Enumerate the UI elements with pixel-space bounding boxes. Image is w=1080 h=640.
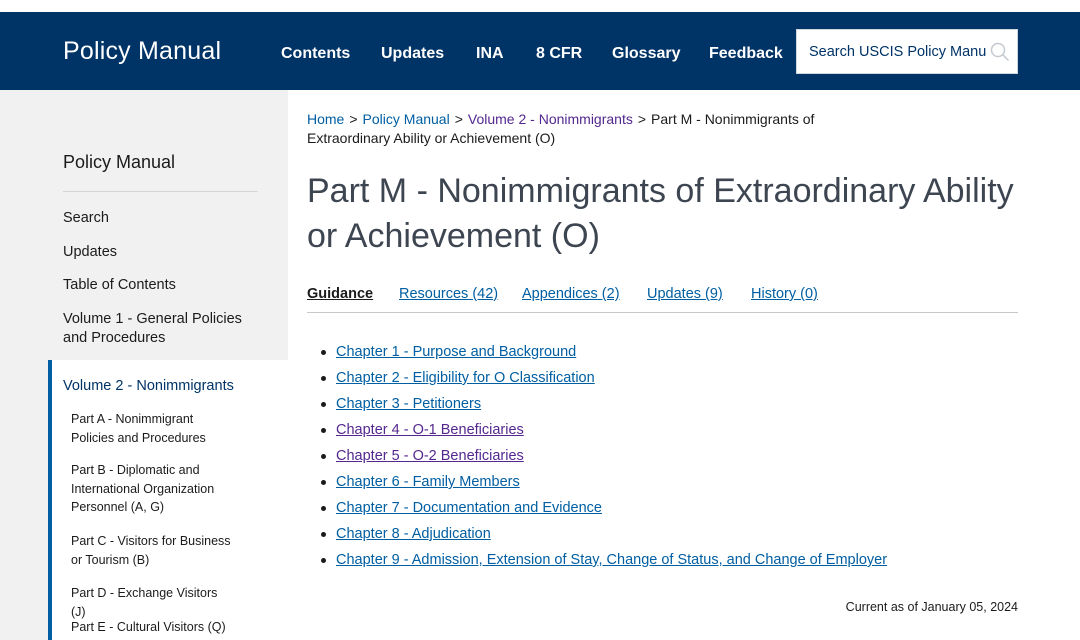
current-as-of: Current as of January 05, 2024 xyxy=(845,600,1018,614)
tab-resources[interactable]: Resources (42) xyxy=(399,286,498,302)
list-item: Chapter 9 - Admission, Extension of Stay… xyxy=(321,550,1001,576)
bullet-icon xyxy=(321,532,326,537)
sidebar-divider xyxy=(63,191,258,192)
bullet-icon xyxy=(321,480,326,485)
chapter-link-6[interactable]: Chapter 6 - Family Members xyxy=(336,472,520,492)
search-icon[interactable] xyxy=(990,42,1010,62)
breadcrumb-home[interactable]: Home xyxy=(307,111,344,127)
chapter-link-5[interactable]: Chapter 5 - O-2 Beneficiaries xyxy=(336,446,524,466)
tab-history[interactable]: History (0) xyxy=(751,286,818,302)
chapter-link-4[interactable]: Chapter 4 - O-1 Beneficiaries xyxy=(336,420,524,440)
nav-8cfr[interactable]: 8 CFR xyxy=(536,45,582,63)
sidebar-subitem-part-b[interactable]: Part B - Diplomatic and International Or… xyxy=(71,461,231,517)
chapter-link-8[interactable]: Chapter 8 - Adjudication xyxy=(336,524,491,544)
chapter-link-9[interactable]: Chapter 9 - Admission, Extension of Stay… xyxy=(336,550,887,570)
sidebar-item-volume-2[interactable]: Volume 2 - Nonimmigrants xyxy=(63,378,234,394)
chapter-link-3[interactable]: Chapter 3 - Petitioners xyxy=(336,394,481,414)
tab-guidance[interactable]: Guidance xyxy=(307,286,373,302)
list-item: Chapter 6 - Family Members xyxy=(321,472,1001,498)
chapter-list: Chapter 1 - Purpose and Background Chapt… xyxy=(321,342,1001,576)
list-item: Chapter 4 - O-1 Beneficiaries xyxy=(321,420,1001,446)
bullet-icon xyxy=(321,428,326,433)
bullet-icon xyxy=(321,506,326,511)
nav-ina[interactable]: INA xyxy=(476,45,504,63)
nav-glossary[interactable]: Glossary xyxy=(612,45,680,63)
nav-updates[interactable]: Updates xyxy=(381,45,444,63)
breadcrumb: Home > Policy Manual > Volume 2 - Nonimmigra… xyxy=(307,110,867,148)
breadcrumb-separator: > xyxy=(637,111,647,127)
chapter-link-7[interactable]: Chapter 7 - Documentation and Evidence xyxy=(336,498,602,518)
chapter-link-2[interactable]: Chapter 2 - Eligibility for O Classifica… xyxy=(336,368,595,388)
content-tabs: Guidance Resources (42) Appendices (2) U… xyxy=(307,284,1018,313)
sidebar-volume-2-section: Volume 2 - Nonimmigrants Part A - Nonimm… xyxy=(48,360,288,640)
sidebar-item-table-of-contents[interactable]: Table of Contents xyxy=(63,276,253,295)
page-title: Part M - Nonimmigrants of Extraordinary … xyxy=(307,172,1014,255)
nav-feedback[interactable]: Feedback xyxy=(709,45,783,63)
site-header: Policy Manual Contents Updates INA 8 CFR… xyxy=(0,12,1080,90)
top-strip xyxy=(0,0,1080,12)
breadcrumb-separator: > xyxy=(349,111,358,127)
chapter-link-1[interactable]: Chapter 1 - Purpose and Background xyxy=(336,342,576,362)
bullet-icon xyxy=(321,454,326,459)
list-item: Chapter 2 - Eligibility for O Classifica… xyxy=(321,368,1001,394)
breadcrumb-policy-manual[interactable]: Policy Manual xyxy=(363,111,450,127)
sidebar-title: Policy Manual xyxy=(63,152,176,172)
list-item: Chapter 8 - Adjudication xyxy=(321,524,1001,550)
tab-updates[interactable]: Updates (9) xyxy=(647,286,723,302)
search-input[interactable] xyxy=(797,30,987,73)
search-box xyxy=(796,29,1018,74)
bullet-icon xyxy=(321,558,326,563)
sidebar-item-volume-1[interactable]: Volume 1 - General Policies and Procedur… xyxy=(63,310,253,348)
list-item: Chapter 7 - Documentation and Evidence xyxy=(321,498,1001,524)
sidebar: Policy Manual Search Updates Table of Co… xyxy=(0,90,288,640)
breadcrumb-volume-2[interactable]: Volume 2 - Nonimmigrants xyxy=(468,111,633,127)
list-item: Chapter 5 - O-2 Beneficiaries xyxy=(321,446,1001,472)
nav-contents[interactable]: Contents xyxy=(281,45,350,63)
sidebar-subitem-part-a[interactable]: Part A - Nonimmigrant Policies and Proce… xyxy=(71,410,231,447)
tab-appendices[interactable]: Appendices (2) xyxy=(522,286,620,302)
bullet-icon xyxy=(321,376,326,381)
bullet-icon xyxy=(321,350,326,355)
sidebar-item-updates[interactable]: Updates xyxy=(63,243,253,262)
sidebar-subitem-part-e[interactable]: Part E - Cultural Visitors (Q) xyxy=(71,618,231,637)
sidebar-subitem-part-c[interactable]: Part C - Visitors for Business or Touris… xyxy=(71,532,231,569)
list-item: Chapter 3 - Petitioners xyxy=(321,394,1001,420)
sidebar-subitem-part-d[interactable]: Part D - Exchange Visitors (J) xyxy=(71,584,231,621)
list-item: Chapter 1 - Purpose and Background xyxy=(321,342,1001,368)
site-brand[interactable]: Policy Manual xyxy=(63,37,221,66)
sidebar-item-search[interactable]: Search xyxy=(63,209,253,228)
bullet-icon xyxy=(321,402,326,407)
breadcrumb-separator: > xyxy=(454,111,463,127)
